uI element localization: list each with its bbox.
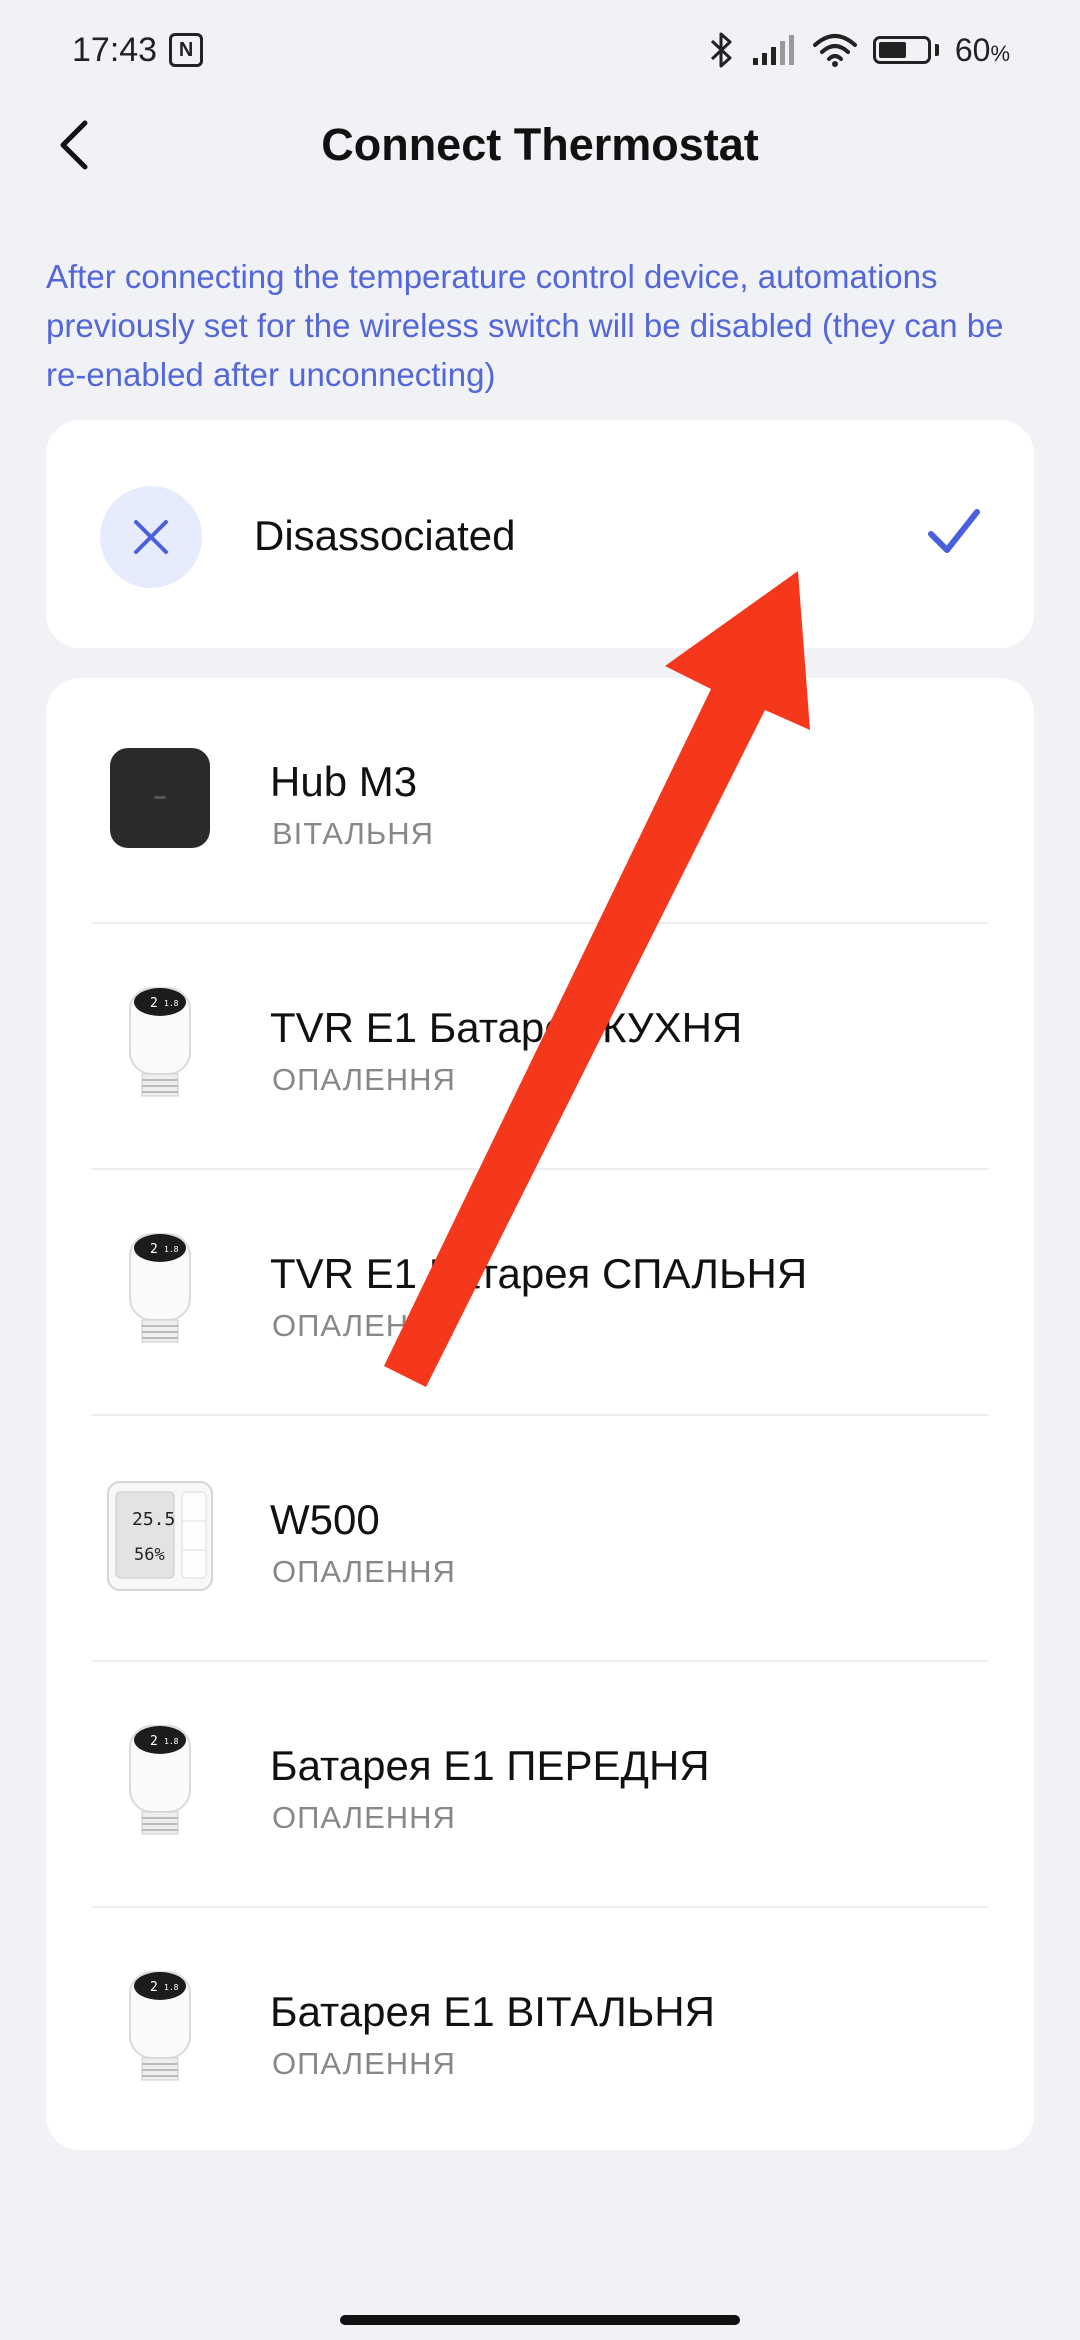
device-room: ОПАЛЕННЯ — [272, 1308, 456, 1343]
status-right: 60% — [709, 31, 1010, 69]
device-row-battery-living[interactable]: 2 1.8 Батарея E1 ВІТАЛЬНЯ ОПАЛЕННЯ — [46, 1908, 1034, 2154]
battery-percent: 60% — [955, 32, 1010, 69]
valve-display-main: 2 — [150, 1980, 158, 1995]
bluetooth-icon — [710, 32, 732, 68]
close-icon — [134, 520, 168, 554]
valve-display-small: 1.8 — [164, 1245, 179, 1254]
signal-icon — [752, 35, 794, 65]
disassociated-label: Disassociated — [254, 512, 516, 559]
device-name: TVR E1 Батарея СПАЛЬНЯ — [270, 1250, 808, 1297]
info-notice: After connecting the temperature control… — [46, 258, 1004, 393]
radiator-valve-icon: 2 1.8 — [102, 986, 218, 1102]
chevron-left-icon — [60, 120, 88, 170]
radiator-valve-icon: 2 1.8 — [102, 1232, 218, 1348]
battery-icon — [872, 36, 939, 64]
battery-body — [872, 36, 931, 64]
top-app-bar: Connect Thermostat — [0, 100, 1080, 190]
battery-percent-unit: % — [990, 40, 1010, 66]
battery-fill — [878, 42, 907, 58]
thermostat-humidity: 56% — [134, 1545, 165, 1565]
device-room: ВІТАЛЬНЯ — [272, 816, 435, 851]
battery-tip — [934, 44, 939, 56]
status-bar: 17:43 N 60% — [0, 0, 1080, 100]
device-row-tvr-kitchen[interactable]: 2 1.8 TVR E1 Батарея КУХНЯ ОПАЛЕННЯ — [46, 924, 1034, 1170]
valve-display-main: 2 — [150, 1734, 158, 1749]
device-room: ОПАЛЕННЯ — [272, 2046, 456, 2081]
wifi-icon — [812, 34, 857, 67]
device-room: ОПАЛЕННЯ — [272, 1800, 456, 1835]
back-button[interactable] — [44, 115, 104, 175]
thermostat-temp: 25.5 — [132, 1509, 175, 1530]
radiator-valve-icon: 2 1.8 — [102, 1724, 218, 1840]
device-row-battery-front[interactable]: 2 1.8 Батарея E1 ПЕРЕДНЯ ОПАЛЕННЯ — [46, 1662, 1034, 1908]
device-row-w500[interactable]: 25.5 56% W500 ОПАЛЕННЯ — [46, 1416, 1034, 1662]
valve-display-main: 2 — [150, 1242, 158, 1257]
clock: 17:43 — [72, 30, 158, 69]
valve-display-main: 2 — [150, 996, 158, 1011]
device-list: Hub M3 ВІТАЛЬНЯ 2 1.8 TVR E1 Батарея КУХ… — [46, 678, 1034, 2150]
device-row-hub-m3[interactable]: Hub M3 ВІТАЛЬНЯ — [46, 678, 1034, 924]
valve-display-small: 1.8 — [164, 999, 179, 1008]
device-name: W500 — [270, 1496, 380, 1543]
checkmark-icon — [928, 509, 980, 553]
home-indicator[interactable] — [340, 2315, 740, 2325]
device-row-tvr-bedroom[interactable]: 2 1.8 TVR E1 Батарея СПАЛЬНЯ ОПАЛЕННЯ — [46, 1170, 1034, 1416]
valve-display-small: 1.8 — [164, 1737, 179, 1746]
device-room: ОПАЛЕННЯ — [272, 1062, 456, 1097]
status-left: 17:43 N — [72, 30, 204, 70]
battery-percent-value: 60 — [954, 31, 991, 68]
device-name: Hub M3 — [270, 758, 418, 805]
page-title: Connect Thermostat — [321, 119, 759, 170]
hub-icon — [102, 740, 218, 856]
wall-thermostat-icon: 25.5 56% — [102, 1478, 218, 1594]
disassociate-icon-badge — [100, 486, 202, 588]
valve-display-small: 1.8 — [164, 1983, 179, 1992]
device-name: Батарея E1 ПЕРЕДНЯ — [270, 1742, 710, 1789]
device-name: TVR E1 Батарея КУХНЯ — [270, 1004, 743, 1051]
disassociated-option[interactable]: Disassociated — [46, 420, 1034, 648]
device-name: Батарея E1 ВІТАЛЬНЯ — [270, 1988, 715, 2035]
radiator-valve-icon: 2 1.8 — [102, 1970, 218, 2086]
nfc-icon: N — [169, 33, 204, 67]
device-room: ОПАЛЕННЯ — [272, 1554, 456, 1589]
